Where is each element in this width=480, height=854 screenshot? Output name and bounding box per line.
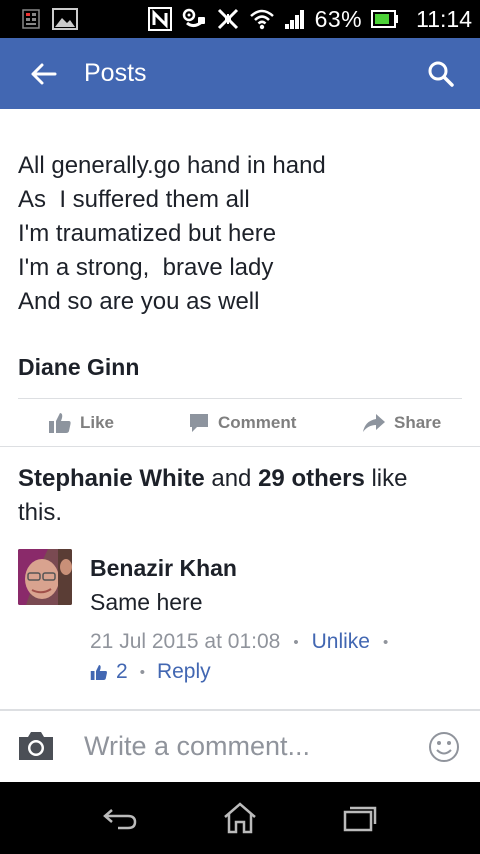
comment-timestamp[interactable]: 21 Jul 2015 at 01:08	[90, 630, 280, 654]
app-bar: Posts	[0, 38, 480, 109]
status-bar-right: 63% 11:14	[147, 5, 472, 33]
silent-icon	[216, 7, 240, 31]
share-icon	[363, 414, 385, 432]
status-bar-left	[22, 8, 78, 30]
likes-others: 29 others	[258, 465, 365, 492]
post-actions: Like Comment Share	[0, 400, 480, 446]
nav-home-button[interactable]	[220, 800, 260, 836]
comment-button[interactable]: Comment	[188, 412, 296, 434]
comment-text: Same here	[90, 589, 203, 615]
share-button[interactable]: Share	[362, 412, 441, 434]
clock: 11:14	[416, 5, 472, 32]
comment-icon	[190, 414, 208, 432]
thumbs-up-icon	[49, 413, 71, 433]
arrow-left-icon	[31, 63, 57, 84]
share-label: Share	[394, 413, 442, 432]
separator-dot: •	[382, 633, 389, 651]
thumbs-up-small-icon	[90, 664, 107, 680]
search-icon	[428, 61, 454, 87]
comment-label: Comment	[218, 413, 297, 432]
camera-button[interactable]	[16, 729, 56, 763]
emoji-button[interactable]	[428, 731, 460, 763]
search-button[interactable]	[416, 49, 466, 99]
image-icon	[52, 8, 78, 30]
status-bar: 63% 11:14	[0, 0, 480, 38]
post-line: And so are you as well	[18, 288, 260, 315]
post-author[interactable]: Diane Ginn	[18, 354, 139, 381]
back-button[interactable]	[18, 49, 68, 99]
separator-dot: •	[139, 663, 145, 681]
home-icon	[224, 802, 256, 834]
separator-dot: •	[293, 633, 299, 651]
like-label: Like	[80, 413, 115, 432]
likes-summary[interactable]: Stephanie White and 29 others like this.	[18, 462, 458, 530]
comment-composer	[0, 711, 480, 782]
divider	[0, 446, 480, 447]
avatar[interactable]	[18, 549, 72, 605]
post-text: All generally.go hand in hand As I suffe…	[18, 149, 468, 319]
battery-icon	[371, 10, 399, 28]
likes-suffix-line2: this.	[18, 499, 63, 526]
system-nav-bar	[0, 782, 480, 854]
nfc-icon	[147, 7, 172, 31]
unlike-link[interactable]: Unlike	[312, 630, 370, 654]
wifi-icon	[249, 8, 275, 30]
like-count: 2	[116, 660, 128, 683]
liker-name: Stephanie White	[18, 465, 205, 492]
page-title: Posts	[84, 59, 147, 87]
nav-back-icon	[103, 809, 137, 830]
post-line: As I suffered them all	[18, 186, 250, 213]
comment-like-count[interactable]: 2	[90, 660, 128, 684]
comment-meta: 21 Jul 2015 at 01:08 • Unlike •	[90, 630, 401, 654]
post-line: I'm traumatized but here	[18, 220, 277, 247]
battery-percent: 63%	[314, 5, 363, 32]
like-button[interactable]: Like	[48, 412, 114, 434]
comment-meta-2: 2 • Reply	[90, 660, 211, 684]
post-line: I'm a strong, brave lady	[18, 254, 274, 281]
post-line: All generally.go hand in hand	[18, 152, 326, 179]
sim-icon	[22, 9, 40, 29]
recents-icon	[343, 806, 377, 832]
likes-and: and	[211, 465, 252, 492]
voicemail-icon	[181, 7, 207, 31]
divider	[18, 398, 462, 399]
nav-recents-button[interactable]	[340, 800, 380, 836]
camera-icon	[19, 732, 53, 760]
smiley-icon	[429, 732, 459, 762]
signal-icon	[284, 8, 306, 30]
comment-author[interactable]: Benazir Khan	[90, 555, 237, 582]
likes-suffix: like	[371, 465, 408, 492]
avatar-image	[18, 549, 72, 605]
nav-back-button[interactable]	[100, 800, 140, 836]
reply-link[interactable]: Reply	[157, 660, 211, 684]
comment-input[interactable]	[84, 725, 414, 767]
